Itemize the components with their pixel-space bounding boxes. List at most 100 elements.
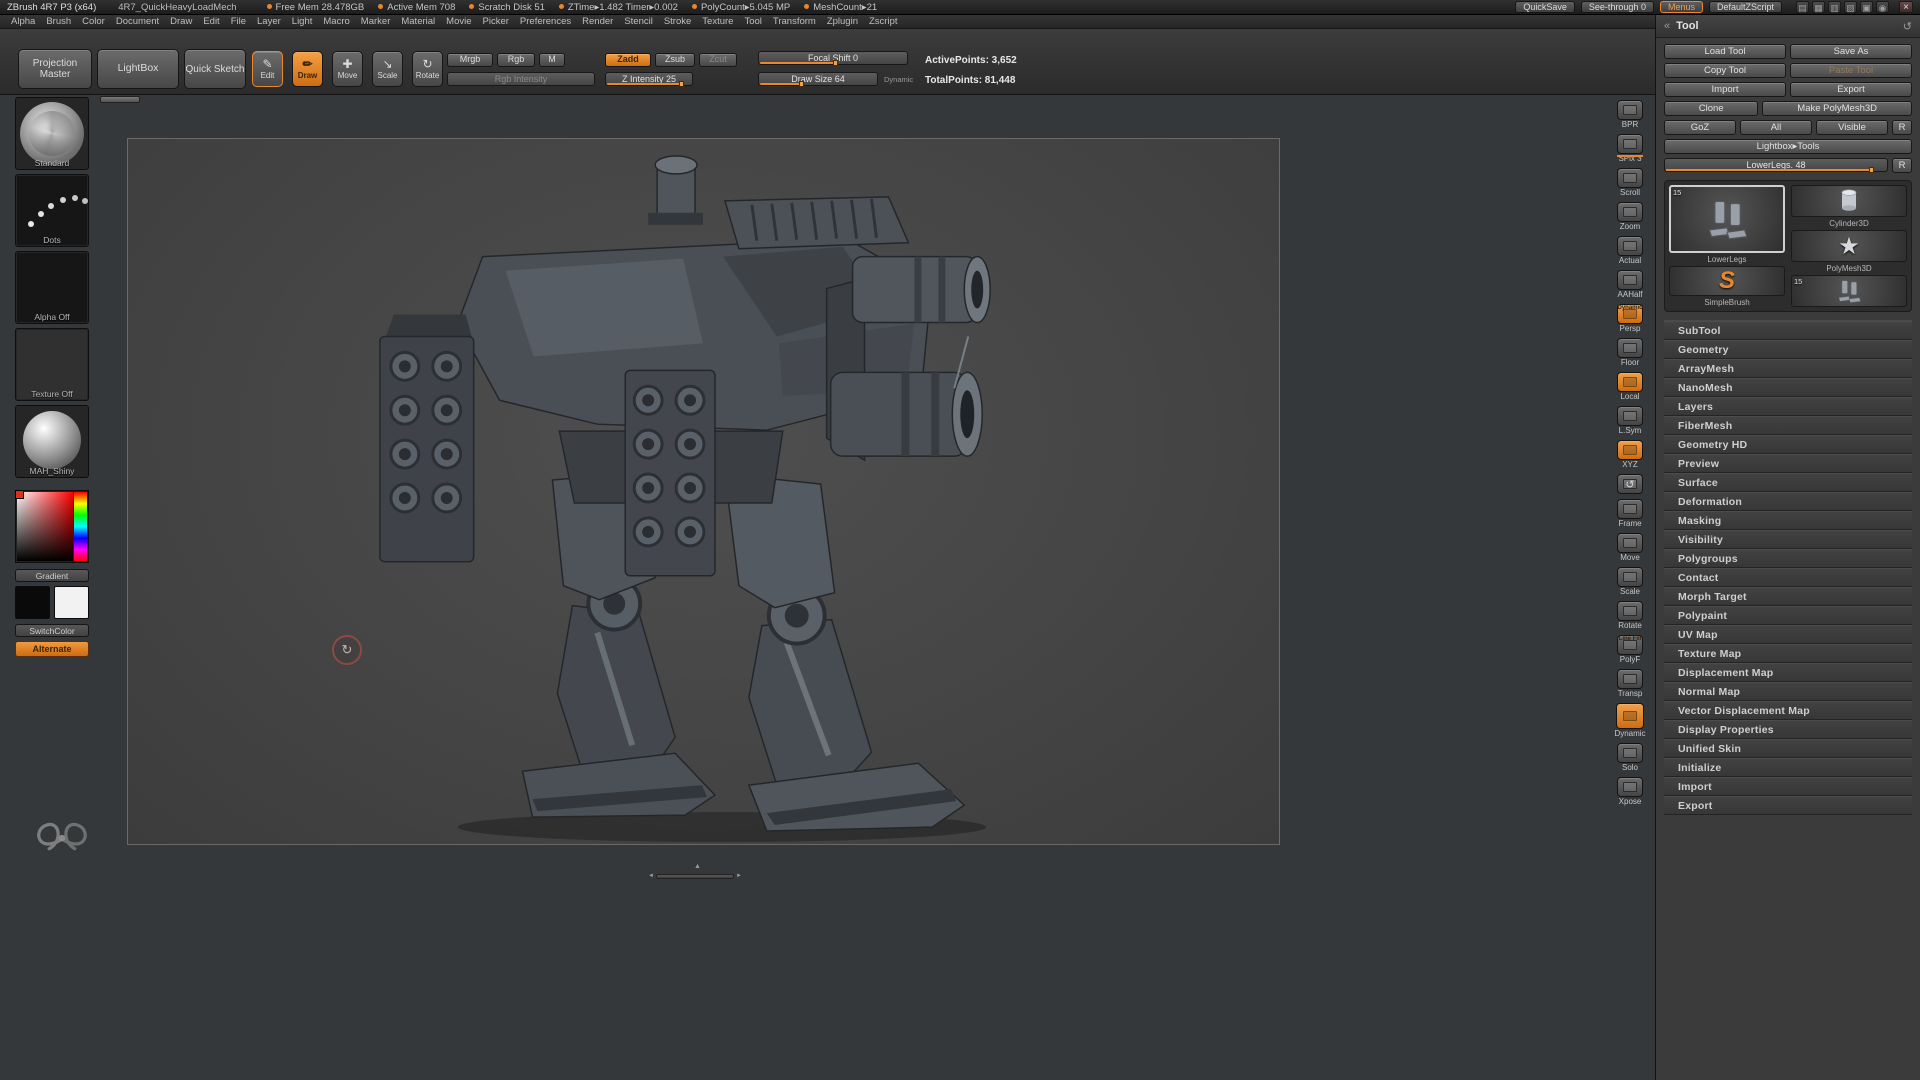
texture-selector[interactable]: Texture Off xyxy=(15,328,89,401)
z-intensity-slider[interactable]: Z Intensity 25 xyxy=(605,72,693,87)
menu-item[interactable]: Picker xyxy=(478,16,514,27)
goz-visible-button[interactable]: Visible xyxy=(1816,120,1888,135)
collapse-panel-icon[interactable]: « xyxy=(1664,20,1670,32)
tool-section-row[interactable]: Texture Map xyxy=(1664,644,1912,663)
tool-section-row[interactable]: Morph Target xyxy=(1664,587,1912,606)
menu-item[interactable]: Alpha xyxy=(6,16,40,27)
right-shelf-button[interactable]: Line Fill PolyF xyxy=(1617,635,1643,664)
zcut-button[interactable]: Zcut xyxy=(699,53,737,67)
load-tool-button[interactable]: Load Tool xyxy=(1664,44,1786,59)
interface-layout-icon[interactable]: ▧ xyxy=(1844,1,1857,13)
right-shelf-button[interactable]: AAHalf xyxy=(1617,270,1643,299)
stroke-selector[interactable]: Dots xyxy=(15,174,89,247)
menu-item[interactable]: Color xyxy=(77,16,110,27)
tool-section-row[interactable]: Displacement Map xyxy=(1664,663,1912,682)
right-shelf-button[interactable]: SPix 3 xyxy=(1617,134,1643,163)
tool-section-row[interactable]: FiberMesh xyxy=(1664,416,1912,435)
tool-section-row[interactable]: ArrayMesh xyxy=(1664,359,1912,378)
tool-section-row[interactable]: NanoMesh xyxy=(1664,378,1912,397)
draw-size-slider[interactable]: Draw Size 64 xyxy=(758,72,878,87)
secondary-color-swatch[interactable] xyxy=(54,586,89,619)
lightbox-tools-button[interactable]: Lightbox▸Tools xyxy=(1664,139,1912,154)
goz-r-button[interactable]: R xyxy=(1892,120,1912,135)
export-tool-button[interactable]: Export xyxy=(1790,82,1912,97)
save-as-button[interactable]: Save As xyxy=(1790,44,1912,59)
saturation-value-square[interactable] xyxy=(17,492,73,561)
right-shelf-button[interactable]: Zoom xyxy=(1617,202,1643,231)
gradient-button[interactable]: Gradient xyxy=(15,569,89,582)
canvas-scrollbar[interactable]: ◄ ► xyxy=(648,873,742,879)
default-zscript-button[interactable]: DefaultZScript xyxy=(1708,1,1782,13)
clone-button[interactable]: Clone xyxy=(1664,101,1759,116)
tool-section-row[interactable]: Layers xyxy=(1664,397,1912,416)
right-shelf-button[interactable]: Xpose xyxy=(1617,777,1643,806)
scroll-track[interactable] xyxy=(655,873,734,879)
active-tool-slider[interactable]: LowerLegs. 48 xyxy=(1664,158,1888,173)
copy-tool-button[interactable]: Copy Tool xyxy=(1664,63,1786,78)
tool-section-row[interactable]: Preview xyxy=(1664,454,1912,473)
viewport-canvas[interactable]: Standard Dots Alpha Off Texture Off MAH_… xyxy=(0,95,1655,1080)
draw-size-dynamic-label[interactable]: Dynamic xyxy=(884,75,913,84)
right-shelf-button[interactable]: Transp xyxy=(1617,669,1643,698)
document-area[interactable] xyxy=(127,138,1280,845)
menu-item[interactable]: Material xyxy=(396,16,440,27)
interface-layout-icon[interactable]: ◉ xyxy=(1876,1,1889,13)
menu-item[interactable]: Preferences xyxy=(515,16,576,27)
quick-sketch-button[interactable]: Quick Sketch xyxy=(184,49,246,89)
alpha-selector[interactable]: Alpha Off xyxy=(15,251,89,324)
tool-section-row[interactable]: Vector Displacement Map xyxy=(1664,701,1912,720)
tool-section-row[interactable]: Export xyxy=(1664,796,1912,815)
make-polymesh3d-button[interactable]: Make PolyMesh3D xyxy=(1762,101,1912,116)
tool-mode-button[interactable]: ↘ Scale xyxy=(372,51,403,87)
menu-item[interactable]: File xyxy=(226,16,251,27)
right-shelf-button[interactable]: Actual xyxy=(1617,236,1643,265)
tool-section-row[interactable]: Polypaint xyxy=(1664,606,1912,625)
bottom-tray-toggle[interactable]: ▲ xyxy=(694,863,701,870)
tool-mode-button[interactable]: ↻ Rotate xyxy=(412,51,443,87)
interface-layout-icon[interactable]: ▥ xyxy=(1828,1,1841,13)
right-shelf-button[interactable]: Floor xyxy=(1617,338,1643,367)
menu-item[interactable]: Texture xyxy=(697,16,738,27)
zadd-button[interactable]: Zadd xyxy=(605,53,651,67)
menu-item[interactable]: Render xyxy=(577,16,618,27)
tool-section-row[interactable]: Contact xyxy=(1664,568,1912,587)
tool-section-row[interactable]: Polygroups xyxy=(1664,549,1912,568)
tool-mode-button[interactable]: ✏ Draw xyxy=(292,51,323,87)
right-shelf-button[interactable]: L.Sym xyxy=(1617,406,1643,435)
menu-item[interactable]: Layer xyxy=(252,16,286,27)
menu-item[interactable]: Marker xyxy=(356,16,396,27)
see-through-button[interactable]: See-through 0 xyxy=(1580,1,1654,13)
goz-button[interactable]: GoZ xyxy=(1664,120,1736,135)
tool-section-row[interactable]: Unified Skin xyxy=(1664,739,1912,758)
brush-selector[interactable]: Standard xyxy=(15,97,89,170)
tool-section-row[interactable]: Import xyxy=(1664,777,1912,796)
right-shelf-button[interactable]: ↺ xyxy=(1617,474,1643,494)
interface-layout-icon[interactable]: ▦ xyxy=(1812,1,1825,13)
tool-section-row[interactable]: Surface xyxy=(1664,473,1912,492)
tool-mode-button[interactable]: ✎ Edit xyxy=(252,51,283,87)
menu-item[interactable]: Document xyxy=(111,16,164,27)
history-icon[interactable]: ↺ xyxy=(1903,20,1912,33)
tool-section-row[interactable]: Visibility xyxy=(1664,530,1912,549)
rgb-intensity-slider[interactable]: Rgb Intensity xyxy=(447,72,595,86)
zsub-button[interactable]: Zsub xyxy=(655,53,695,67)
projection-master-button[interactable]: Projection Master xyxy=(18,49,92,89)
document-resize-handle[interactable] xyxy=(100,96,140,103)
menu-item[interactable]: Transform xyxy=(768,16,821,27)
switchcolor-button[interactable]: SwitchColor xyxy=(15,624,89,637)
right-shelf-button[interactable]: Dynamic Persp xyxy=(1617,304,1643,333)
menu-item[interactable]: Movie xyxy=(441,16,476,27)
tool-section-row[interactable]: Geometry xyxy=(1664,340,1912,359)
menu-item[interactable]: Tool xyxy=(739,16,766,27)
tool-thumb-lowerlegs-selected[interactable]: 15 xyxy=(1669,185,1785,253)
menus-toggle-button[interactable]: Menus xyxy=(1659,1,1703,13)
rgb-button[interactable]: Rgb xyxy=(497,53,535,67)
tool-section-row[interactable]: Display Properties xyxy=(1664,720,1912,739)
right-shelf-button[interactable]: BPR xyxy=(1617,100,1643,129)
interface-layout-icon[interactable]: ▣ xyxy=(1860,1,1873,13)
hue-strip[interactable] xyxy=(74,492,87,561)
menu-item[interactable]: Zplugin xyxy=(822,16,863,27)
tool-thumb-lowerlegs[interactable]: 15 xyxy=(1791,275,1907,307)
tool-section-row[interactable]: UV Map xyxy=(1664,625,1912,644)
interface-layout-icon[interactable]: ▤ xyxy=(1796,1,1809,13)
